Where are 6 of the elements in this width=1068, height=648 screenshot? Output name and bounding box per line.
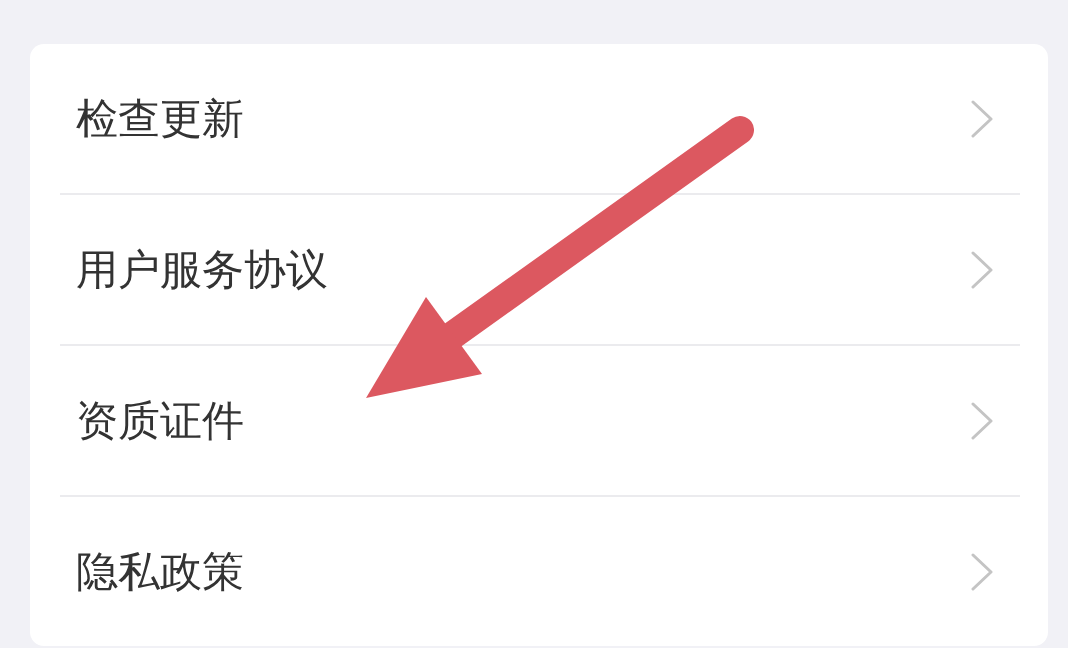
chevron-right-icon [971,401,993,440]
chevron-right-icon [971,99,993,138]
menu-item[interactable]: 隐私政策 [60,497,1020,646]
chevron-right-icon [971,250,993,289]
chevron-right-icon [971,552,993,591]
menu-item[interactable]: 检查更新 [60,44,1020,195]
